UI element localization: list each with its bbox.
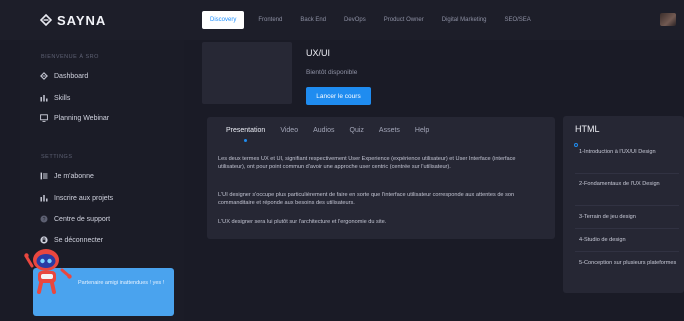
top-bar: SAYNA Discovery Frontend Back End DevOps…: [0, 0, 684, 40]
presentation-paragraph: Les deux termes UX et UI, signifiant res…: [218, 156, 516, 171]
active-tab-indicator: [244, 139, 248, 142]
presentation-paragraph: L'UX designer sera lui plutôt sur l'arch…: [218, 219, 387, 225]
sidebar-item-subscribe[interactable]: Je m'abonne: [40, 170, 94, 182]
content-tabs: Presentation Video Audios Quiz Assets He…: [226, 126, 444, 142]
avatar[interactable]: [660, 13, 676, 26]
robot-mascot-icon: [24, 249, 72, 294]
sidebar-section-title-welcome: BIENVENUE À SRO: [41, 54, 99, 60]
sidebar-item-skills[interactable]: Skills: [40, 92, 70, 104]
sidebar-item-label: Centre de support: [54, 215, 111, 223]
course-status: Bientôt disponible: [306, 69, 358, 76]
presentation-paragraph: L'UI designer s'occupe plus particulière…: [218, 192, 515, 207]
bar-chart-icon: [40, 195, 48, 202]
brand-logo[interactable]: SAYNA: [40, 12, 106, 28]
nav-tab-product-owner[interactable]: Product Owner: [375, 11, 433, 29]
lesson-item[interactable]: 4-Studio de design: [579, 236, 679, 245]
nav-tab-discovery[interactable]: Discovery: [202, 11, 245, 29]
sidebar-item-dashboard[interactable]: Dashboard: [40, 70, 88, 82]
current-lesson-indicator: [574, 143, 578, 147]
svg-text:?: ?: [43, 217, 46, 223]
lock-icon: [40, 236, 48, 244]
top-nav: Discovery Frontend Back End DevOps Produ…: [202, 11, 540, 29]
nav-tab-back-end[interactable]: Back End: [291, 11, 335, 29]
tab-assets[interactable]: Assets: [379, 126, 400, 138]
sidebar-item-label: Inscrire aux projets: [54, 194, 114, 202]
course-title: UX/UI: [306, 48, 331, 58]
nav-tab-frontend[interactable]: Frontend: [249, 11, 291, 29]
lesson-item[interactable]: 1-Introduction à l'UX/UI Design: [579, 148, 679, 157]
bar-chart-icon: [40, 95, 48, 102]
sidebar-item-label: Skills: [54, 94, 71, 102]
tab-presentation[interactable]: Presentation: [226, 126, 266, 142]
tab-video[interactable]: Video: [280, 126, 298, 138]
monitor-icon: [40, 114, 48, 122]
lesson-item[interactable]: 2-Fondamentaux de l'UX Design: [579, 180, 679, 189]
lesson-item[interactable]: 5-Conception sur plusieurs plateformes: [579, 259, 679, 268]
tab-audios[interactable]: Audios: [313, 126, 334, 138]
sayna-logo-icon: [40, 72, 48, 80]
sidebar-item-support[interactable]: ? Centre de support: [40, 213, 110, 225]
brand-name: SAYNA: [57, 12, 107, 28]
divider: [575, 228, 679, 229]
course-content-card: Presentation Video Audios Quiz Assets He…: [207, 117, 555, 239]
launch-course-button[interactable]: Lancer le cours: [306, 87, 371, 105]
sidebar-item-label: Dashboard: [54, 72, 89, 80]
panel-title: HTML: [575, 124, 600, 134]
sidebar-item-label: Planning Webinar: [54, 114, 110, 122]
promo-text: Partenaire amigi inattendues ! yes !: [78, 280, 165, 286]
tab-help[interactable]: Help: [415, 126, 429, 138]
sidebar-item-projects[interactable]: Inscrire aux projets: [40, 192, 113, 204]
divider: [575, 251, 679, 252]
sidebar-section-title-settings: SETTINGS: [41, 154, 73, 160]
course-thumbnail: [202, 42, 292, 104]
help-circle-icon: ?: [40, 215, 48, 223]
lesson-item[interactable]: 3-Terrain de jeu design: [579, 213, 679, 222]
sidebar-item-logout[interactable]: Se déconnecter: [40, 234, 103, 246]
sayna-logo-icon: [40, 14, 52, 26]
nav-tab-seo-sea[interactable]: SEO/SEA: [495, 11, 539, 29]
list-icon: [40, 172, 48, 180]
sidebar-item-label: Se déconnecter: [54, 236, 104, 244]
divider: [575, 173, 679, 174]
tab-label: Presentation: [226, 127, 266, 134]
nav-tab-digital-marketing[interactable]: Digital Marketing: [433, 11, 496, 29]
sidebar-item-label: Je m'abonne: [54, 172, 94, 180]
nav-tab-devops[interactable]: DevOps: [335, 11, 375, 29]
divider: [575, 205, 679, 206]
tab-quiz[interactable]: Quiz: [350, 126, 364, 138]
sidebar-item-planning-webinar[interactable]: Planning Webinar: [40, 112, 109, 124]
lessons-panel: HTML 1-Introduction à l'UX/UI Design 2-F…: [563, 116, 684, 293]
